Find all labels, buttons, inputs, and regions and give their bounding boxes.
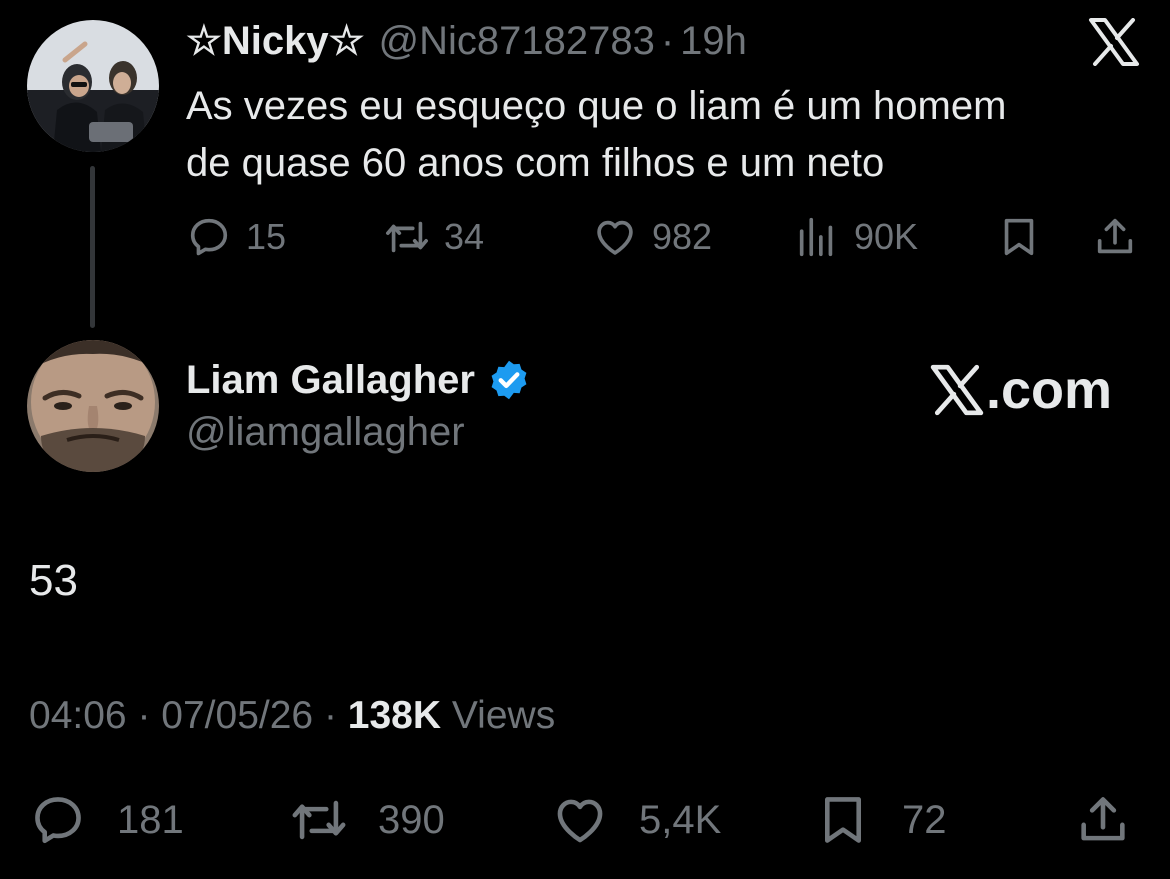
parent-reply-count: 15 (246, 216, 287, 257)
verified-badge-icon[interactable] (487, 358, 531, 402)
x-logo-icon (1088, 18, 1140, 66)
tweet-metadata: 04:06 · 07/05/26 · 138K Views (29, 694, 555, 738)
repost-button[interactable]: 390 (290, 790, 445, 850)
parent-views-count: 90K (854, 216, 919, 257)
parent-repost-button[interactable]: 34 (384, 212, 484, 262)
parent-reply-button[interactable]: 15 (186, 212, 286, 262)
bookmark-button[interactable]: 72 (814, 790, 947, 850)
views-count[interactable]: 138K (348, 694, 441, 737)
tweet-time[interactable]: 04:06 (29, 694, 127, 737)
bookmark-icon (1004, 218, 1034, 256)
repost-count: 390 (378, 797, 445, 842)
parent-bookmark-button[interactable] (996, 212, 1042, 262)
tweet-date[interactable]: 07/05/26 (161, 694, 313, 737)
bookmark-count: 72 (902, 797, 947, 842)
reply-button[interactable]: 181 (29, 790, 184, 850)
meta-separator: · (137, 694, 151, 737)
parent-handle[interactable]: @Nic87182783 (378, 19, 654, 64)
parent-share-button[interactable] (1092, 212, 1138, 262)
repost-arrows-icon (292, 800, 346, 840)
thread-connector-line (90, 166, 95, 328)
main-display-name[interactable]: Liam Gallagher (186, 358, 475, 403)
parent-like-count: 982 (652, 216, 713, 257)
parent-timestamp[interactable]: 19h (680, 19, 747, 64)
speech-bubble-icon (190, 218, 228, 256)
parent-text-line-1: As vezes eu esqueço que o liam é um home… (186, 84, 1007, 128)
bookmark-icon (824, 797, 862, 843)
parent-text-line-2: de quase 60 anos com filhos e um neto (186, 141, 885, 185)
heart-icon (557, 799, 603, 843)
share-upload-icon (1097, 218, 1133, 254)
avatar-image (27, 20, 159, 152)
brand-domain-text: .com (986, 360, 1113, 420)
x-logo-icon (930, 364, 984, 416)
bar-chart-icon (799, 217, 833, 257)
meta-separator: · (323, 694, 337, 737)
avatar-image (27, 340, 159, 472)
reply-count: 181 (117, 797, 184, 842)
share-button[interactable] (1074, 790, 1132, 850)
parent-repost-count: 34 (444, 216, 485, 257)
parent-like-button[interactable]: 982 (592, 212, 712, 262)
avatar-liam[interactable] (27, 340, 159, 472)
heart-icon (597, 220, 633, 255)
main-display-name-row: Liam Gallagher (186, 355, 531, 405)
like-button[interactable]: 5,4K (551, 790, 721, 850)
parent-tweet-text: As vezes eu esqueço que o liam é um home… (186, 78, 1146, 192)
parent-tweet-header: ☆Nicky☆ @Nic87182783 · 19h (186, 17, 747, 65)
like-count: 5,4K (639, 797, 722, 842)
repost-arrows-icon (386, 221, 428, 253)
main-handle[interactable]: @liamgallagher (186, 410, 465, 455)
share-upload-icon (1081, 797, 1125, 841)
views-label: Views (451, 694, 556, 737)
x-com-brand: .com (930, 360, 1112, 420)
parent-separator: · (660, 18, 675, 63)
speech-bubble-icon (35, 797, 81, 844)
parent-display-name[interactable]: ☆Nicky☆ (186, 18, 364, 64)
parent-views-button[interactable]: 90K (794, 212, 918, 262)
avatar-nicky[interactable] (27, 20, 159, 152)
main-tweet-text: 53 (29, 556, 78, 605)
